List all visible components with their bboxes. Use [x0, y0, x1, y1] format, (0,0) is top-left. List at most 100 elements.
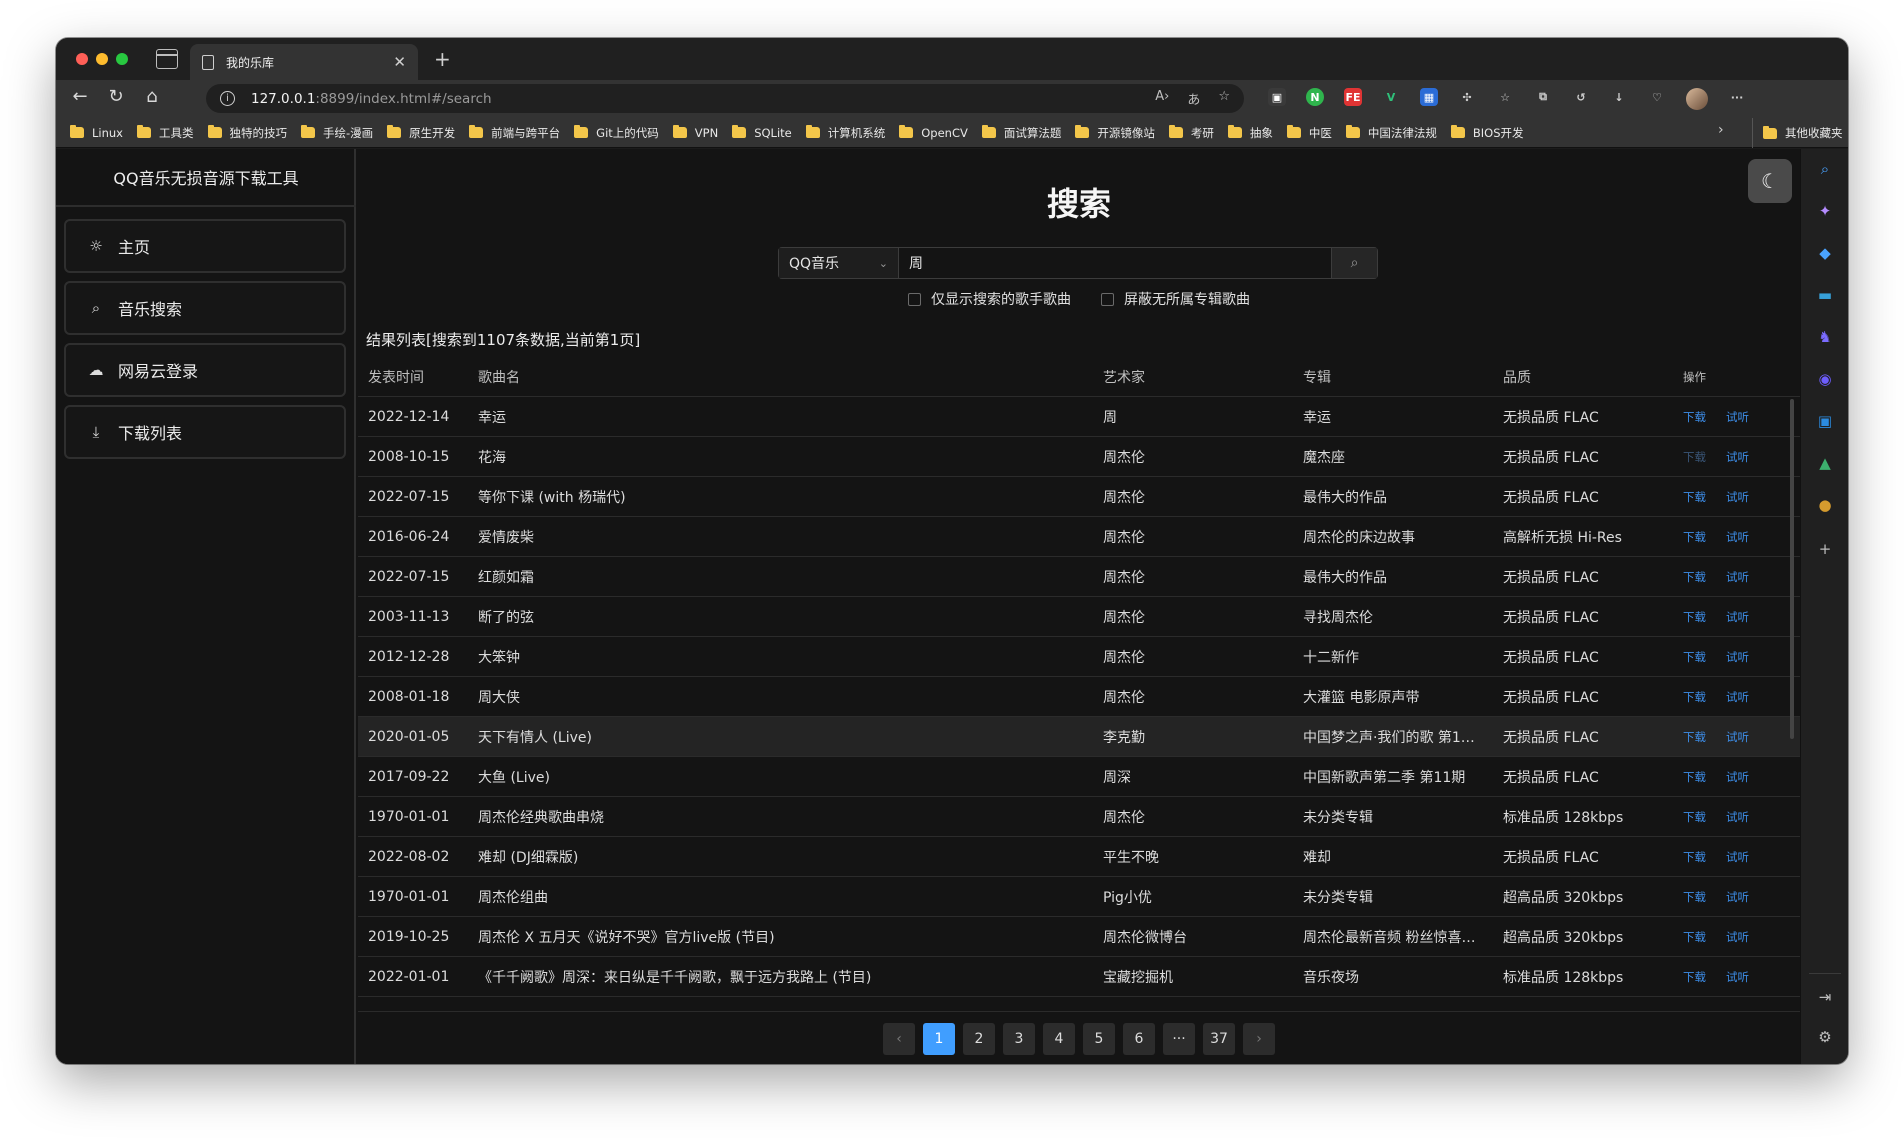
hide-sidebar-icon[interactable]: ⇥ — [1815, 987, 1835, 1007]
download-link[interactable]: 下载 — [1683, 929, 1706, 945]
tools-icon[interactable]: ▬ — [1815, 285, 1835, 305]
preview-link[interactable]: 试听 — [1726, 729, 1749, 745]
profile-avatar[interactable] — [1686, 88, 1708, 110]
download-link[interactable]: 下载 — [1683, 769, 1706, 785]
download-link[interactable]: 下载 — [1683, 809, 1706, 825]
download-link[interactable]: 下载 — [1683, 569, 1706, 585]
extension-icon[interactable]: ▣ — [1268, 88, 1286, 106]
preview-link[interactable]: 试听 — [1726, 609, 1749, 625]
page-button[interactable]: 6 — [1123, 1023, 1155, 1055]
bookmark-folder[interactable]: 中国法律法规 — [1345, 125, 1437, 141]
close-tab-icon[interactable]: ✕ — [393, 53, 406, 71]
preview-link[interactable]: 试听 — [1726, 809, 1749, 825]
translate-icon[interactable]: あ — [1187, 89, 1200, 108]
preview-link[interactable]: 试听 — [1726, 569, 1749, 585]
refresh-icon[interactable]: ↻ — [104, 86, 128, 107]
page-button[interactable]: 2 — [963, 1023, 995, 1055]
bookmark-folder[interactable]: Linux — [70, 125, 123, 140]
settings-gear-icon[interactable]: ⚙ — [1815, 1027, 1835, 1047]
bookmark-folder[interactable]: 面试算法题 — [981, 125, 1061, 141]
close-window-button[interactable] — [76, 53, 88, 65]
menu-item-music-search[interactable]: ⌕ 音乐搜索 — [64, 281, 346, 335]
maximize-window-button[interactable] — [116, 53, 128, 65]
search-input[interactable] — [899, 248, 1331, 278]
downloads-icon[interactable]: ↓ — [1610, 88, 1628, 106]
chevron-right-icon[interactable]: › — [1718, 122, 1724, 138]
browser-tab[interactable]: 我的乐库 ✕ — [190, 44, 418, 80]
bookmark-folder[interactable]: 原生开发 — [387, 125, 455, 141]
singer-only-checkbox[interactable]: 仅显示搜索的歌手歌曲 — [908, 289, 1071, 309]
prev-page-button[interactable]: ‹ — [883, 1023, 915, 1055]
download-link[interactable]: 下载 — [1683, 489, 1706, 505]
preview-link[interactable]: 试听 — [1726, 489, 1749, 505]
more-menu-icon[interactable]: ··· — [1728, 88, 1746, 106]
bookmark-folder[interactable]: 开源镜像站 — [1075, 125, 1155, 141]
copilot-icon[interactable]: ✦ — [1815, 201, 1835, 221]
collections-icon[interactable]: ⧉ — [1534, 88, 1552, 106]
preview-link[interactable]: 试听 — [1726, 689, 1749, 705]
new-tab-icon[interactable]: + — [434, 47, 451, 71]
bookmark-folder[interactable]: SQLite — [732, 125, 792, 140]
page-button[interactable]: 1 — [923, 1023, 955, 1055]
preview-link[interactable]: 试听 — [1726, 529, 1749, 545]
extension-p-icon[interactable]: ● — [1815, 495, 1835, 515]
menu-item-netease-login[interactable]: ☁ 网易云登录 — [64, 343, 346, 397]
download-link[interactable]: 下载 — [1683, 609, 1706, 625]
source-select[interactable]: QQ音乐 ⌄ — [779, 248, 899, 278]
download-link[interactable]: 下载 — [1683, 689, 1706, 705]
outlook-icon[interactable]: ▣ — [1815, 411, 1835, 431]
other-bookmarks[interactable]: 其他收藏夹 — [1752, 118, 1843, 148]
search-button[interactable]: ⌕ — [1331, 248, 1377, 278]
download-link[interactable]: 下载 — [1683, 849, 1706, 865]
tab-actions-icon[interactable] — [156, 49, 178, 69]
site-info-icon[interactable]: i — [220, 91, 235, 106]
health-icon[interactable]: ♡ — [1648, 88, 1666, 106]
address-bar[interactable]: i 127.0.0.1 :8899/index.html#/search A› … — [206, 84, 1244, 113]
bookmark-folder[interactable]: VPN — [672, 125, 718, 140]
menu-item-home[interactable]: ☼ 主页 — [64, 219, 346, 273]
checkbox-box[interactable] — [1101, 292, 1114, 306]
download-link[interactable]: 下载 — [1683, 409, 1706, 425]
download-link[interactable]: 下载 — [1683, 969, 1706, 985]
history-icon[interactable]: ↺ — [1572, 88, 1590, 106]
page-button[interactable]: 5 — [1083, 1023, 1115, 1055]
extension-icon[interactable]: N — [1306, 88, 1324, 106]
extension-icon[interactable]: FE — [1344, 88, 1362, 106]
menu-item-download-list[interactable]: ⤓ 下载列表 — [64, 405, 346, 459]
bookmark-folder[interactable]: 手绘-漫画 — [301, 125, 373, 141]
download-link[interactable]: 下载 — [1683, 649, 1706, 665]
bookmark-folder[interactable]: 计算机系统 — [805, 125, 885, 141]
checkbox-box[interactable] — [908, 292, 921, 306]
preview-link[interactable]: 试听 — [1726, 889, 1749, 905]
page-button[interactable]: 4 — [1043, 1023, 1075, 1055]
home-icon[interactable]: ⌂ — [140, 86, 164, 107]
bookmark-folder[interactable]: 独特的技巧 — [207, 125, 287, 141]
favorites-icon[interactable]: ☆ — [1496, 88, 1514, 106]
bookmark-folder[interactable]: 抽象 — [1227, 125, 1273, 141]
add-icon[interactable]: + — [1815, 539, 1835, 559]
hide-no-album-checkbox[interactable]: 屏蔽无所属专辑歌曲 — [1101, 289, 1250, 309]
preview-link[interactable]: 试听 — [1726, 929, 1749, 945]
extension-icon[interactable]: ▦ — [1420, 88, 1438, 106]
more-pages-button[interactable]: ··· — [1163, 1023, 1195, 1055]
bookmark-folder[interactable]: Git上的代码 — [574, 125, 659, 141]
bookmark-folder[interactable]: 考研 — [1168, 125, 1214, 141]
download-link[interactable]: 下载 — [1683, 449, 1706, 465]
extensions-puzzle-icon[interactable]: ✣ — [1458, 88, 1476, 106]
preview-link[interactable]: 试听 — [1726, 649, 1749, 665]
minimize-window-button[interactable] — [96, 53, 108, 65]
bookmark-folder[interactable]: BIOS开发 — [1450, 125, 1524, 141]
download-link[interactable]: 下载 — [1683, 729, 1706, 745]
preview-link[interactable]: 试听 — [1726, 449, 1749, 465]
table-scrollbar[interactable] — [1790, 399, 1794, 739]
favorite-icon[interactable]: ☆ — [1218, 89, 1230, 108]
page-button[interactable]: 37 — [1203, 1023, 1235, 1055]
theme-toggle-button[interactable]: ☾ — [1748, 159, 1792, 203]
page-button[interactable]: 3 — [1003, 1023, 1035, 1055]
read-aloud-icon[interactable]: A› — [1155, 89, 1169, 108]
shopping-tag-icon[interactable]: ◆ — [1815, 243, 1835, 263]
bookmark-folder[interactable]: OpenCV — [899, 125, 968, 140]
preview-link[interactable]: 试听 — [1726, 969, 1749, 985]
office-icon[interactable]: ◉ — [1815, 369, 1835, 389]
preview-link[interactable]: 试听 — [1726, 409, 1749, 425]
